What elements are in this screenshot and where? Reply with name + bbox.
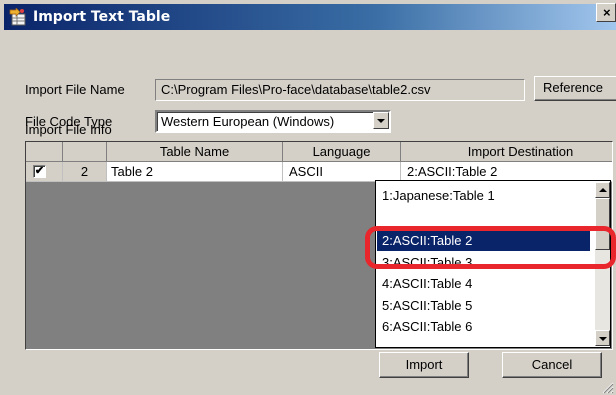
row-table-name[interactable]: Table 2 — [107, 162, 283, 182]
import-file-name-field: C:\Program Files\Pro-face\database\table… — [155, 79, 525, 101]
row-import-destination-value: 2:ASCII:Table 2 — [407, 164, 498, 179]
dropdown-item[interactable]: 5:ASCII:Table 5 — [382, 295, 472, 316]
title-bar[interactable]: Import Text Table — [4, 4, 616, 30]
close-icon: × — [603, 5, 611, 20]
dropdown-item[interactable]: 1:Japanese:Table 1 — [382, 185, 495, 206]
header-import-destination: Import Destination — [401, 142, 612, 162]
reference-button[interactable]: Reference — [534, 76, 616, 101]
cancel-button[interactable]: Cancel — [502, 352, 602, 378]
chevron-up-icon — [599, 188, 607, 192]
file-code-type-dropdown-button[interactable] — [373, 112, 389, 129]
dropdown-item[interactable]: 6:ASCII:Table 6 — [382, 316, 472, 337]
chevron-down-icon — [599, 337, 607, 341]
chevron-down-icon — [377, 119, 385, 123]
file-code-type-value: Western European (Windows) — [161, 114, 335, 129]
header-language: Language — [283, 142, 401, 162]
header-number — [63, 142, 107, 162]
row-import-destination[interactable]: 2:ASCII:Table 2 — [401, 162, 612, 182]
import-file-info-label: Import File Info — [25, 122, 112, 137]
row-language[interactable]: ASCII — [283, 162, 401, 182]
file-code-type-select[interactable]: Western European (Windows) — [155, 110, 391, 133]
header-check — [26, 142, 63, 162]
dropdown-item[interactable]: 4:ASCII:Table 4 — [382, 273, 472, 294]
checkmark-icon: ✔ — [34, 165, 45, 177]
import-button[interactable]: Import — [379, 352, 469, 378]
scroll-up-button[interactable] — [595, 182, 610, 198]
import-file-name-label: Import File Name — [25, 82, 125, 97]
import-table-icon — [9, 8, 26, 26]
window-title: Import Text Table — [33, 9, 171, 25]
import-text-table-dialog: Import Text Table × Import File Name C:\… — [0, 0, 616, 395]
highlight-ring — [365, 226, 616, 269]
scroll-down-button[interactable] — [595, 330, 610, 346]
row-check-cell: ✔ — [26, 162, 63, 182]
row-number: 2 — [63, 162, 107, 182]
resize-grip-icon[interactable] — [600, 380, 614, 394]
import-file-name-value: C:\Program Files\Pro-face\database\table… — [161, 82, 431, 97]
header-table-name: Table Name — [107, 142, 283, 162]
close-button[interactable]: × — [596, 3, 616, 22]
row-checkbox[interactable]: ✔ — [33, 165, 46, 178]
